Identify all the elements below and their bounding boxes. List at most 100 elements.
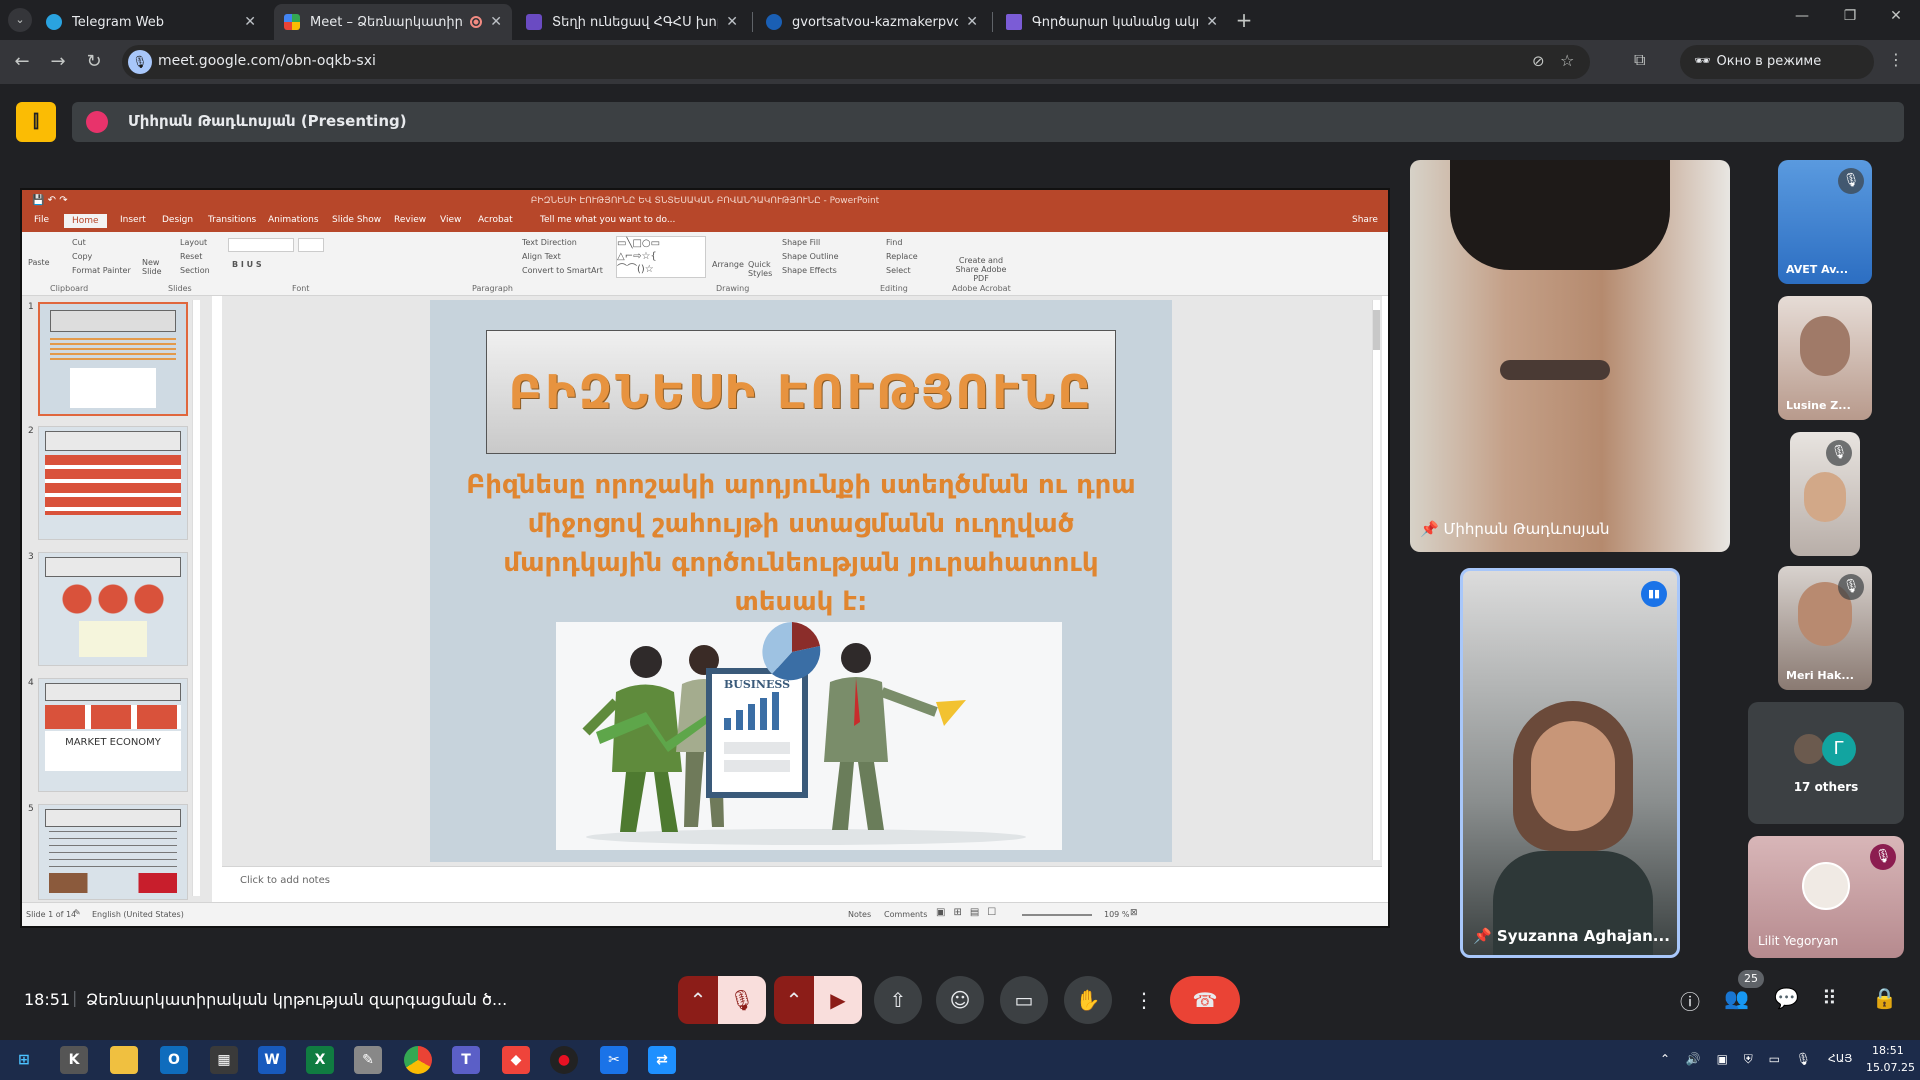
thumbnail-scrollbar[interactable] xyxy=(192,300,200,896)
tab-slide-show[interactable]: Slide Show xyxy=(332,215,381,225)
close-icon[interactable]: ✕ xyxy=(726,14,738,30)
back-button[interactable]: ← xyxy=(10,50,34,74)
tab-review[interactable]: Review xyxy=(394,215,426,225)
address-bar[interactable]: 🎙 meet.google.com/obn-oqkb-sxi ⊘ ☆ xyxy=(122,45,1590,79)
restore-button[interactable]: ❐ xyxy=(1838,8,1862,32)
tab-telegram[interactable]: Telegram Web ✕ xyxy=(36,4,266,40)
minimize-button[interactable]: — xyxy=(1790,8,1814,32)
shapes-gallery[interactable]: ▭╲□○▭ △⌐⇨☆{⌒⌒()☆ xyxy=(616,236,706,278)
slide-body-text[interactable]: Բիզնեսը որոշակի արդյունքի ստեղծման ու դր… xyxy=(450,466,1152,622)
view-buttons[interactable]: ▣⊞▤☐ xyxy=(936,907,1004,918)
shape-effects-button[interactable]: Shape Effects xyxy=(782,266,837,275)
teams-icon[interactable]: T xyxy=(452,1046,480,1074)
eye-off-icon[interactable]: ⊘ xyxy=(1532,52,1545,70)
slide-thumb-1[interactable] xyxy=(38,302,188,416)
font-style-buttons[interactable]: B I U S xyxy=(232,260,262,269)
close-icon[interactable]: ✕ xyxy=(1206,14,1218,30)
slide-thumb-3[interactable] xyxy=(38,552,188,666)
close-icon[interactable]: ✕ xyxy=(244,14,256,30)
tab-article[interactable]: gvortsatvou-kazmakerpvouthy ✕ xyxy=(756,4,988,40)
tab-meet[interactable]: Meet – Ձեռնարկատիրակ ✕ xyxy=(274,4,512,40)
taskbar-time[interactable]: 18:51 xyxy=(1872,1044,1904,1057)
excel-icon[interactable]: X xyxy=(306,1046,334,1074)
fit-slide-icon[interactable]: ⊠ xyxy=(1130,908,1138,918)
acrobat-pdf-button[interactable]: Create and Share Adobe PDF xyxy=(948,256,1014,283)
video-tile-side-1[interactable]: 🎙 AVET Av... xyxy=(1778,160,1872,284)
video-tile-active-speaker[interactable]: ▮▮ 📌 Syuzanna Aghajan... xyxy=(1460,568,1680,958)
video-tile-side-3[interactable]: 🎙 xyxy=(1790,432,1860,556)
font-name-box[interactable] xyxy=(228,238,294,252)
notes-pane[interactable]: Click to add notes xyxy=(222,866,1382,902)
leave-call-button[interactable]: ☎ xyxy=(1170,976,1240,1024)
anydesk-icon[interactable]: ◆ xyxy=(502,1046,530,1074)
font-size-box[interactable] xyxy=(298,238,324,252)
close-icon[interactable]: ✕ xyxy=(966,14,978,30)
others-tile[interactable]: Г 17 others xyxy=(1748,702,1904,824)
raise-hand-button[interactable]: ✋ xyxy=(1064,976,1112,1024)
tell-me-search[interactable]: Tell me what you want to do... xyxy=(540,215,675,225)
chrome-icon[interactable] xyxy=(404,1046,432,1074)
copy-button[interactable]: Copy xyxy=(72,252,92,261)
tab-file[interactable]: File xyxy=(34,215,49,225)
find-button[interactable]: Find xyxy=(886,238,902,247)
zoom-slider[interactable] xyxy=(1022,914,1092,916)
tab-transitions[interactable]: Transitions xyxy=(208,215,256,225)
star-icon[interactable]: ☆ xyxy=(1560,51,1574,70)
comments-button[interactable]: Comments xyxy=(884,910,927,919)
audio-options-button[interactable]: ⌃ xyxy=(678,976,718,1024)
tab-view[interactable]: View xyxy=(440,215,461,225)
new-slide-button[interactable]: New Slide xyxy=(142,258,168,276)
keyboard-language[interactable]: ՀԱՅ xyxy=(1828,1052,1852,1065)
app-icon[interactable]: ⇄ xyxy=(648,1046,676,1074)
app-icon[interactable]: K xyxy=(60,1046,88,1074)
captions-button[interactable]: ▭ xyxy=(1000,976,1048,1024)
tab-animations[interactable]: Animations xyxy=(268,215,319,225)
extensions-icon[interactable]: ⧉ xyxy=(1634,50,1645,70)
close-icon[interactable]: ✕ xyxy=(490,14,502,30)
record-icon[interactable]: ● xyxy=(550,1046,578,1074)
reload-button[interactable]: ↻ xyxy=(82,50,106,74)
presentation-icon[interactable]: ⫿ xyxy=(16,102,56,142)
slide-thumb-5[interactable] xyxy=(38,804,188,900)
close-window-button[interactable]: ✕ xyxy=(1884,8,1908,32)
incognito-indicator[interactable]: 🕶Окно в режиме инкогнито xyxy=(1680,45,1874,103)
reactions-button[interactable]: ☺ xyxy=(936,976,984,1024)
video-tile-last[interactable]: 🎙 Lilit Yegoryan xyxy=(1748,836,1904,958)
slide-thumb-4[interactable]: MARKET ECONOMY xyxy=(38,678,188,792)
slide-illustration[interactable]: BUSINESS xyxy=(556,622,1062,850)
slide-canvas[interactable]: ԲԻԶՆԵՍԻ ԷՈՒԹՅՈՒՆԸ Բիզնեսը որոշակի արդյու… xyxy=(430,300,1172,862)
select-button[interactable]: Select xyxy=(886,266,911,275)
video-tile-side-4[interactable]: 🎙 Meri Hak... xyxy=(1778,566,1872,690)
tab-news[interactable]: Տեղի ունեցավ ՀԳՀՍ խորհրդ ✕ xyxy=(516,4,748,40)
tab-home[interactable]: Home xyxy=(64,214,107,228)
file-explorer-icon[interactable] xyxy=(110,1046,138,1074)
smartart-button[interactable]: Convert to SmartArt xyxy=(522,266,603,275)
people-button[interactable]: 👥 25 xyxy=(1724,970,1764,1010)
forward-button[interactable]: → xyxy=(46,50,70,74)
host-controls-button[interactable]: 🔒 xyxy=(1872,986,1897,1010)
calculator-icon[interactable]: ▦ xyxy=(210,1046,238,1074)
paint-icon[interactable]: ✎ xyxy=(354,1046,382,1074)
tab-insert[interactable]: Insert xyxy=(120,215,146,225)
slide-thumb-2[interactable] xyxy=(38,426,188,540)
video-tile-side-2[interactable]: Lusine Z... xyxy=(1778,296,1872,420)
capcut-icon[interactable]: ✂ xyxy=(600,1046,628,1074)
reset-button[interactable]: Reset xyxy=(180,252,202,261)
video-tile-main-speaker[interactable]: 📌 Միհրան Թադևոսյան xyxy=(1410,160,1730,552)
slide-title-box[interactable]: ԲԻԶՆԵՍԻ ԷՈՒԹՅՈՒՆԸ xyxy=(486,330,1116,454)
share-button[interactable]: Share xyxy=(1352,215,1378,225)
shape-outline-button[interactable]: Shape Outline xyxy=(782,252,839,261)
meeting-details-button[interactable]: ⓘ xyxy=(1680,986,1700,1015)
tab-club[interactable]: Գործարար կանանց ակումբ ✕ xyxy=(996,4,1228,40)
word-icon[interactable]: W xyxy=(258,1046,286,1074)
language-status[interactable]: English (United States) xyxy=(92,910,184,919)
format-painter-button[interactable]: Format Painter xyxy=(72,266,131,275)
tab-acrobat[interactable]: Acrobat xyxy=(478,215,513,225)
activities-button[interactable]: ⠿ xyxy=(1822,986,1837,1010)
chat-button[interactable]: 💬 xyxy=(1774,986,1799,1010)
outlook-icon[interactable]: O xyxy=(160,1046,188,1074)
section-button[interactable]: Section xyxy=(180,266,210,275)
menu-icon[interactable]: ⋮ xyxy=(1888,50,1904,69)
tab-search-button[interactable]: ⌄ xyxy=(8,8,32,32)
zoom-level[interactable]: 109 % xyxy=(1104,910,1129,919)
